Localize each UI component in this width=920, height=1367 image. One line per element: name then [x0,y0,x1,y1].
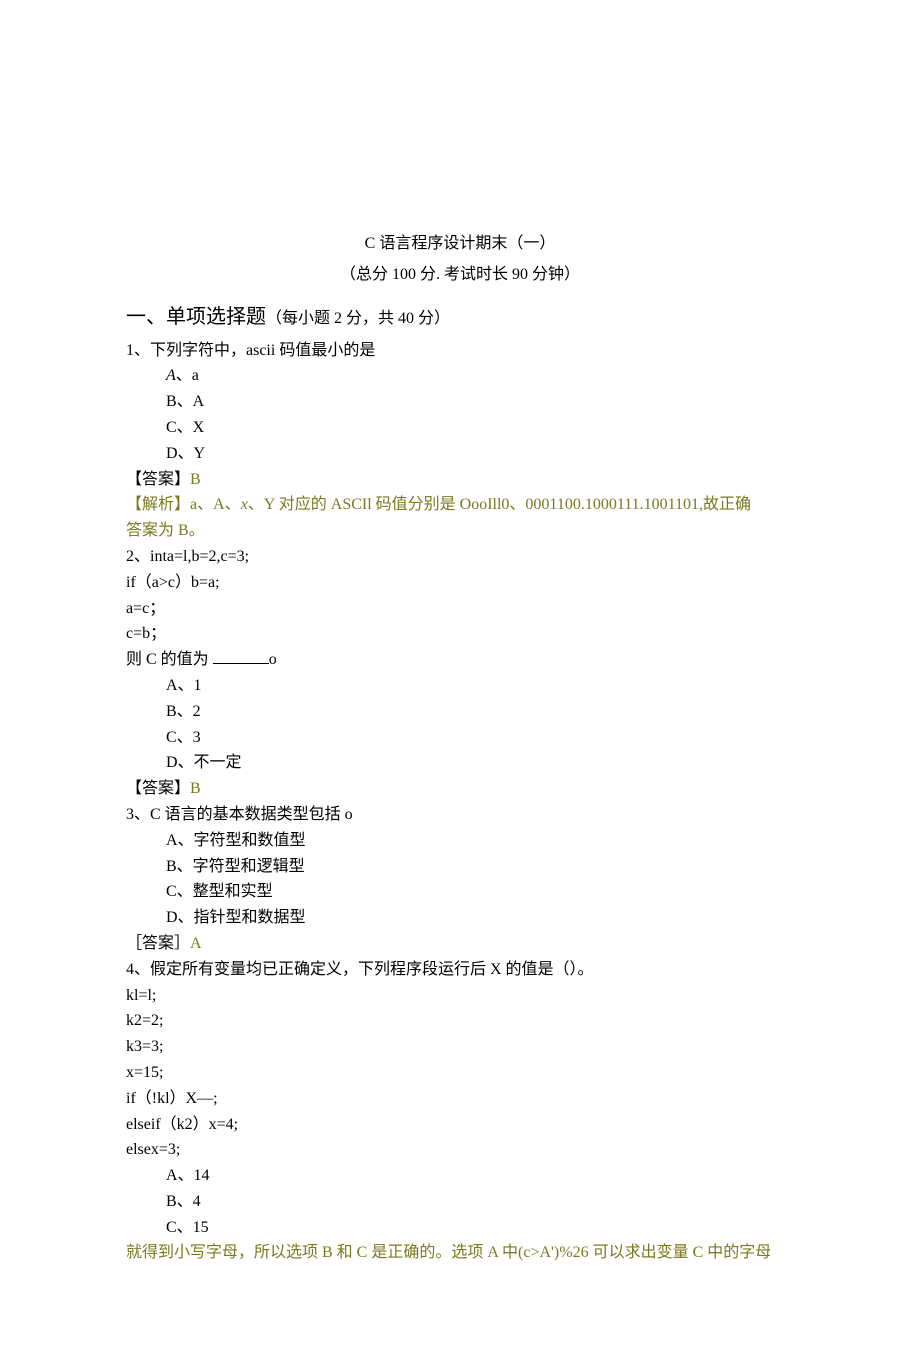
q2-option-a: A、1 [126,674,794,699]
q4-option-c: C、15 [126,1216,794,1241]
q1-explain-line2: 答案为 B。 [126,519,794,544]
q1-explain-x: x [241,496,248,513]
q1-explain-label: 【解析】 [126,496,190,513]
q3-option-c: C、整型和实型 [126,880,794,905]
section-1-main: 一、单项选择题 [126,306,266,328]
q4-line3: k3=3; [126,1035,794,1060]
q2-line5: 则 C 的值为 o [126,648,794,673]
q2-line3: a=c； [126,597,794,622]
section-1-sub: （每小题 2 分，共 40 分） [266,310,450,327]
q2-answer: 【答案】B [126,777,794,802]
q4-option-b: B、4 [126,1190,794,1215]
exam-title: C 语言程序设计期末（一） [126,232,794,257]
q1-option-b: B、A [126,390,794,415]
q3-option-a: A、字符型和数值型 [126,829,794,854]
q4-line2: k2=2; [126,1009,794,1034]
q1-answer-label: 【答案】 [126,471,190,488]
q1-option-a-label: A [166,367,176,384]
q2-line2: if（a>c）b=a; [126,571,794,596]
blank-line [213,649,269,664]
q1-explain-line1: 【解析】a、A、x、Y 对应的 ASCIl 码值分别是 OooIll0、0001… [126,493,794,518]
q2-line1: 2、inta=l,b=2,c=3; [126,545,794,570]
q1-option-d: D、Y [126,442,794,467]
q1-explain-a: a、A、 [190,496,241,513]
q1-option-a: A、a [126,364,794,389]
q4-line6: elseif（k2）x=4; [126,1113,794,1138]
q4-line5: if（!kl）X—; [126,1087,794,1112]
q2-option-b: B、2 [126,700,794,725]
section-1-header: 一、单项选择题（每小题 2 分，共 40 分） [126,302,794,333]
footer-fragment: 就得到小写字母，所以选项 B 和 C 是正确的。选项 A 中(c>A')%26 … [126,1241,794,1266]
q2-option-d: D、不一定 [126,751,794,776]
q1-option-a-text: 、a [176,367,199,384]
q3-answer: ［答案］A [126,932,794,957]
q4-line7: elsex=3; [126,1138,794,1163]
q4-line4: x=15; [126,1061,794,1086]
q4-line1: kl=l; [126,984,794,1009]
q4-stem: 4、假定所有变量均已正确定义，下列程序段运行后 X 的值是（）。 [126,958,794,983]
q2-line5-b: o [269,651,277,668]
q3-option-d: D、指针型和数据型 [126,906,794,931]
q1-explain-rest1: 、Y 对应的 ASCIl 码值分别是 OooIll0、0001100.10001… [248,496,751,513]
q2-answer-value: B [190,780,201,797]
q3-answer-label: ［答案］ [126,935,190,952]
document-page: C 语言程序设计期末（一） （总分 100 分. 考试时长 90 分钟） 一、单… [0,0,920,1367]
q1-option-c: C、X [126,416,794,441]
q2-line5-a: 则 C 的值为 [126,651,213,668]
q1-answer-value: B [190,471,201,488]
q3-option-b: B、字符型和逻辑型 [126,855,794,880]
q2-answer-label: 【答案】 [126,780,190,797]
q1-stem: 1、下列字符中，ascii 码值最小的是 [126,339,794,364]
q3-answer-value: A [190,935,202,952]
q2-option-c: C、3 [126,726,794,751]
q3-stem: 3、C 语言的基本数据类型包括 o [126,803,794,828]
exam-subtitle: （总分 100 分. 考试时长 90 分钟） [126,263,794,288]
q4-option-a: A、14 [126,1164,794,1189]
q1-answer: 【答案】B [126,468,794,493]
q2-line4: c=b； [126,622,794,647]
